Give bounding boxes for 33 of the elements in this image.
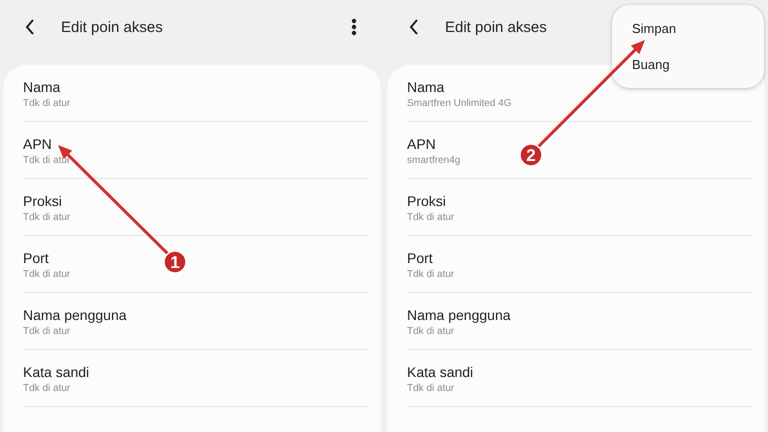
setting-value: Tdk di atur [23,154,70,166]
setting-label[interactable]: Proksi [23,192,62,208]
setting-value: Tdk di atur [407,382,454,394]
setting-value: Tdk di atur [23,98,70,108]
setting-label[interactable]: Kata sandi [407,364,474,380]
setting-label[interactable]: Proksi [407,192,446,208]
setting-label[interactable]: Nama [23,78,60,94]
step-badge: 1 [163,250,187,274]
setting-value: Tdk di atur [23,382,70,394]
step-badge: 2 [519,143,543,167]
setting-value: Tdk di atur [23,212,70,222]
setting-label[interactable]: APN [407,136,436,152]
screen-title: Edit poin akses [445,18,547,36]
setting-value: Tdk di atur [23,326,70,336]
setting-label[interactable]: APN [23,136,52,152]
screen-title: Edit poin akses [61,18,163,36]
back-icon[interactable] [409,19,419,35]
menu-item[interactable]: Simpan [632,21,676,36]
menu-item[interactable]: Buang [632,56,670,72]
setting-label[interactable]: Kata sandi [23,364,90,380]
setting-value: Smartfren Unlimited 4G [407,98,512,108]
setting-value: smartfren4g [407,154,460,166]
setting-value: Tdk di atur [23,268,70,280]
setting-value: Tdk di atur [407,212,454,222]
setting-label[interactable]: Nama pengguna [407,306,511,322]
more-options-icon[interactable] [351,18,357,36]
setting-label[interactable]: Port [407,250,433,266]
setting-value: Tdk di atur [407,268,454,280]
setting-label[interactable]: Port [23,250,49,266]
setting-value: Tdk di atur [407,326,454,336]
setting-label[interactable]: Nama [407,78,444,94]
back-icon[interactable] [25,19,35,35]
setting-label[interactable]: Nama pengguna [23,306,127,322]
